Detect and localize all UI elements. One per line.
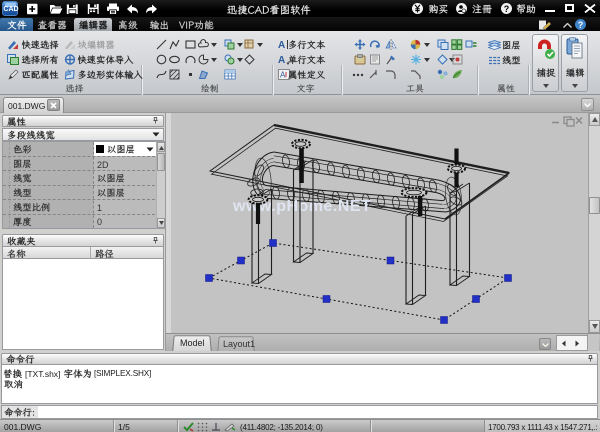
svg-text:A: A — [278, 55, 285, 65]
svg-text:A: A — [278, 40, 285, 50]
svg-text:A: A — [280, 71, 286, 80]
